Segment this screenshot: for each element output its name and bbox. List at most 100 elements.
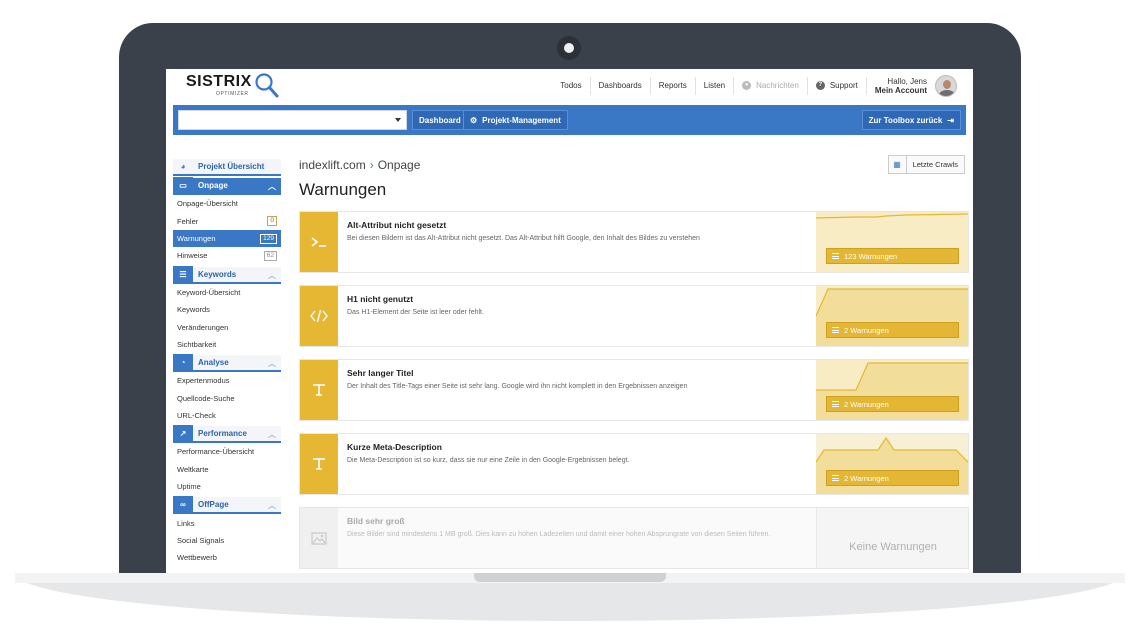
card-title: Bild sehr groß [347,516,405,526]
letzte-crawls-button[interactable]: ▦ Letzte Crawls [887,155,965,174]
sidebar-item-label: Warnungen [177,233,216,243]
warnings-count-button[interactable]: 2 Warnungen [826,470,959,486]
projekt-management-button[interactable]: ⚙ Projekt-Management [463,110,568,130]
breadcrumb-domain[interactable]: indexlift.com [299,158,366,172]
sidebar-item-label: Keywords [177,305,210,315]
sidebar-section-label: OffPage [198,500,229,510]
warnings-count-button[interactable]: 2 Warnungen [826,322,959,338]
sidebar-item-social-signals[interactable]: Social Signals [173,532,281,549]
sidebar-item-keywords[interactable]: Keywords [173,301,281,318]
card-title: Alt-Attribut nicht gesetzt [347,220,447,230]
nav-listen[interactable]: Listen [694,76,733,95]
nav-todos[interactable]: Todos [552,77,589,95]
sidebar-item-label: Projekt Übersicht [198,162,265,171]
back-to-toolbox-button[interactable]: Zur Toolbox zurück ⇥ [861,110,961,130]
sidebar-item-performance-uebersicht[interactable]: Performance-Übersicht [173,443,281,460]
messages-icon: ● [742,81,752,90]
sidebar-item-label: Links [177,518,195,528]
sidebar-section-offpage[interactable]: ∞ OffPage ︿ [173,496,281,515]
sidebar-item-url-check[interactable]: URL-Check [173,407,281,424]
trend-sparkline: 123 Warnungen [816,212,968,272]
user-menu[interactable]: Hallo, Jens Mein Account [865,74,965,97]
letzte-crawls-label: Letzte Crawls [912,160,958,169]
sidebar-item-expertenmodus[interactable]: Expertenmodus [173,372,281,389]
laptop-mockup: SISTRIX OPTIMIZER Todos Dashboards Repor… [0,0,1140,643]
warning-card-bild-gross: Bild sehr groß Diese Bilder sind mindest… [299,507,969,569]
breadcrumb-section[interactable]: Onpage [378,158,421,172]
list-icon [832,475,839,481]
sidebar-item-projekt-uebersicht[interactable]: ◕ Projekt Übersicht [173,159,281,176]
list-icon [832,253,839,259]
help-icon: ? [815,81,825,90]
sidebar-item-label: Onpage-Übersicht [177,199,238,209]
sidebar-section-onpage[interactable]: ▭ Onpage ︿ [173,177,281,195]
page-title: Warnungen [299,180,387,199]
sistrix-logo[interactable]: SISTRIX OPTIMIZER [186,72,286,100]
sidebar-item-fehler[interactable]: Fehler 0 [173,212,281,229]
sidebar-item-label: Performance-Übersicht [177,447,255,457]
sidebar-item-veraenderungen[interactable]: Veränderungen [173,318,281,335]
sidebar-item-hinweise[interactable]: Hinweise 62 [173,247,281,264]
nav-nachrichten[interactable]: ● Nachrichten [733,76,807,95]
warnings-count-button[interactable]: 123 Warnungen [826,248,959,264]
sidebar-item-quellcode-suche[interactable]: Quellcode-Suche [173,390,281,407]
sidebar-item-label: Keyword-Übersicht [177,287,241,297]
sidebar-item-label: Sichtbarkeit [177,339,217,349]
projekt-management-label: Projekt-Management [482,115,561,125]
top-bar: SISTRIX OPTIMIZER Todos Dashboards Repor… [166,69,973,104]
warnings-count-label: 2 Warnungen [844,473,889,483]
project-select[interactable] [178,110,407,130]
card-description: Der Inhalt des Title-Tags einer Seite is… [347,383,688,390]
sidebar-item-warnungen[interactable]: Warnungen 129 [173,229,281,248]
sidebar-item-weltkarte[interactable]: Weltkarte [173,461,281,478]
list-icon [832,327,839,333]
sidebar: ◕ Projekt Übersicht ▭ Onpage ︿ Onpage-Üb… [173,157,281,567]
sidebar-section-keywords[interactable]: ☰ Keywords ︿ [173,265,281,284]
sidebar-item-links[interactable]: Links [173,514,281,531]
nav-nachrichten-label: Nachrichten [756,81,799,90]
text-icon [300,434,338,494]
chart-pie-icon: ◔ [173,354,193,372]
sidebar-section-performance[interactable]: ↗ Performance ︿ [173,425,281,444]
warning-card-langer-titel[interactable]: Sehr langer Titel Der Inhalt des Title-T… [299,359,969,421]
card-title: Kurze Meta-Description [347,442,442,452]
terminal-icon [300,212,338,272]
sidebar-item-onpage-uebersicht[interactable]: Onpage-Übersicht [173,195,281,212]
warning-card-h1[interactable]: H1 nicht genutzt Das H1-Element der Seit… [299,285,969,347]
card-description: Bei diesen Bildern ist das Alt-Attribut … [347,235,700,242]
sidebar-section-analyse[interactable]: ◔ Analyse ︿ [173,354,281,373]
sidebar-item-label: Hinweise [177,251,208,261]
back-to-toolbox-label: Zur Toolbox zurück [868,115,943,125]
card-title: Sehr langer Titel [347,368,414,378]
dashboard-button-label: Dashboard [419,115,461,125]
card-description: Die Meta-Description ist so kurz, dass s… [347,457,630,464]
warning-cards: Alt-Attribut nicht gesetzt Bei diesen Bi… [299,211,969,573]
nav-reports[interactable]: Reports [649,76,695,95]
sidebar-item-wettbewerb[interactable]: Wettbewerb [173,549,281,566]
avatar[interactable] [935,74,957,97]
calendar-icon: ▦ [889,156,907,173]
sidebar-item-label: Uptime [177,482,201,492]
sidebar-item-uptime[interactable]: Uptime [173,478,281,495]
sidebar-item-label: Weltkarte [177,464,209,474]
nav-support-label: Support [829,81,858,90]
warnings-count-button[interactable]: 2 Warnungen [826,396,959,412]
sidebar-item-sichtbarkeit[interactable]: Sichtbarkeit [173,336,281,353]
trend-sparkline: 2 Warnungen [816,360,968,420]
text-icon [300,360,338,420]
list-icon [832,401,839,407]
warning-card-meta-description[interactable]: Kurze Meta-Description Die Meta-Descript… [299,433,969,495]
camera-icon [557,36,581,60]
top-nav: Todos Dashboards Reports Listen ● Nachri… [552,69,965,102]
nav-support[interactable]: ? Support [806,76,866,95]
sidebar-item-label: Social Signals [177,536,225,546]
warning-card-alt-attribut[interactable]: Alt-Attribut nicht gesetzt Bei diesen Bi… [299,211,969,273]
pie-chart-icon: ◕ [180,162,186,171]
breadcrumb-separator: › [369,158,374,172]
nav-dashboards[interactable]: Dashboards [589,76,650,95]
sidebar-item-keyword-uebersicht[interactable]: Keyword-Übersicht [173,284,281,301]
chevron-up-icon: ︿ [268,182,276,191]
line-chart-icon: ↗ [173,425,193,443]
dashboard-button[interactable]: Dashboard [412,110,468,130]
warnings-count-label: 2 Warnungen [844,399,889,409]
